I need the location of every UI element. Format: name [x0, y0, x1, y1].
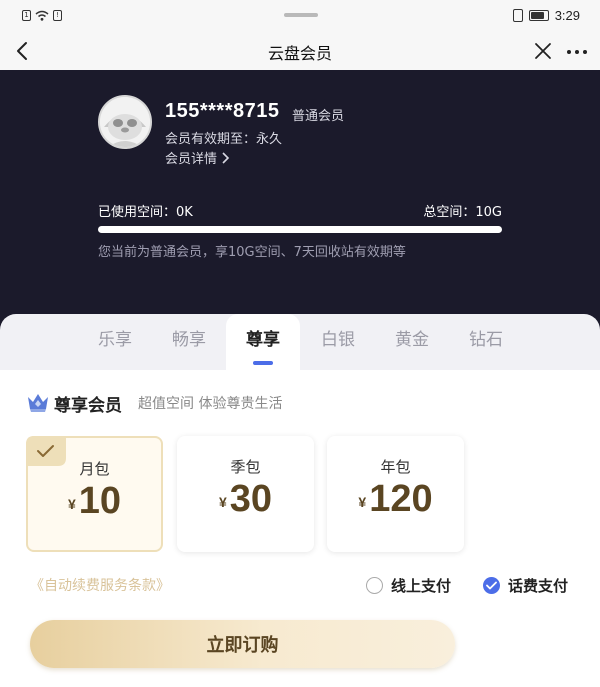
battery-fill	[530, 12, 545, 19]
plan-card-yearly[interactable]: 年包 ¥120	[327, 436, 464, 552]
plan-name: 季包	[230, 458, 261, 476]
tab-baiyin[interactable]: 白银	[301, 314, 375, 370]
tier-slogan: 超值空间 体验尊贵生活	[138, 396, 283, 412]
chevron-right-icon	[222, 151, 230, 164]
phone-number: 155****8715	[165, 100, 280, 122]
plan-card-quarterly[interactable]: 季包 ¥30	[177, 436, 314, 552]
total-space-label: 总空间：10G	[423, 205, 502, 220]
sim1-icon: 1	[22, 10, 31, 21]
battery-icon	[528, 10, 549, 21]
tab-zuanshi[interactable]: 钻石	[449, 314, 523, 370]
tab-changxiang[interactable]: 畅享	[152, 314, 226, 370]
status-left: 1 !	[22, 10, 62, 21]
status-bar: 1 ! 3:29	[0, 0, 600, 32]
price-value: 10	[78, 480, 122, 522]
more-dots-icon	[567, 50, 587, 54]
page-title: 云盘会员	[267, 44, 332, 63]
plan-price: ¥10	[28, 480, 161, 523]
currency-symbol: ¥	[358, 494, 367, 510]
sim2-label: !	[56, 11, 59, 19]
avatar-icon	[100, 97, 150, 147]
used-space-label: 已使用空间：0K	[98, 205, 193, 220]
price-value: 30	[229, 478, 273, 520]
member-benefit-hint: 您当前为普通会员，享10G空间、7天回收站有效期等	[98, 245, 406, 260]
storage-progress-bar	[98, 226, 502, 233]
close-icon	[535, 43, 551, 59]
vibrate-icon	[512, 9, 523, 22]
crown-icon	[26, 391, 50, 413]
plan-content: 尊享会员 超值空间 体验尊贵生活 月包 ¥10 季包 ¥30 年包 ¥120 《…	[0, 370, 600, 687]
tab-lexiang[interactable]: 乐享	[78, 314, 152, 370]
price-value: 120	[369, 478, 433, 520]
sim2-icon: !	[53, 10, 62, 21]
subscribe-now-button[interactable]: 立即订购	[30, 620, 455, 668]
active-tab-indicator	[253, 361, 273, 365]
pay-option-online[interactable]: 线上支付	[366, 575, 451, 596]
validity-text: 会员有效期至：永久	[165, 132, 283, 147]
pay-option-label: 线上支付	[391, 577, 452, 595]
plan-name: 年包	[380, 458, 411, 476]
member-details-label: 会员详情	[165, 152, 218, 167]
currency-symbol: ¥	[218, 494, 227, 510]
currency-symbol: ¥	[67, 496, 76, 512]
radio-checked-icon[interactable]	[483, 577, 500, 594]
plan-card-monthly[interactable]: 月包 ¥10	[26, 436, 163, 552]
sim1-label: 1	[24, 11, 29, 19]
plan-price: ¥120	[327, 478, 464, 521]
status-right: 3:29	[512, 8, 580, 23]
pay-option-label: 话费支付	[508, 577, 569, 595]
more-button[interactable]	[565, 40, 589, 64]
member-details-link[interactable]: 会员详情	[165, 148, 231, 167]
auto-renew-terms-link[interactable]: 《自动续费服务条款》	[30, 575, 170, 595]
close-button[interactable]	[531, 39, 555, 63]
member-header: 155****8715 普通会员 会员有效期至：永久 会员详情 已使用空间：0K…	[0, 70, 600, 340]
plan-name: 月包	[79, 460, 110, 478]
tier-tabs: 乐享 畅享 尊享 白银 黄金 钻石	[0, 314, 600, 370]
nav-bar: 云盘会员	[0, 32, 600, 70]
wifi-icon	[35, 10, 49, 21]
pay-option-phone-bill[interactable]: 话费支付	[483, 575, 568, 596]
radio-unchecked-icon[interactable]	[366, 577, 383, 594]
clock: 3:29	[554, 8, 580, 23]
tier-title: 尊享会员	[54, 396, 122, 416]
window-handle[interactable]	[284, 13, 318, 17]
member-type-label: 普通会员	[292, 109, 345, 124]
avatar[interactable]	[98, 95, 152, 149]
tab-huangjin[interactable]: 黄金	[375, 314, 449, 370]
plan-price: ¥30	[177, 478, 314, 521]
